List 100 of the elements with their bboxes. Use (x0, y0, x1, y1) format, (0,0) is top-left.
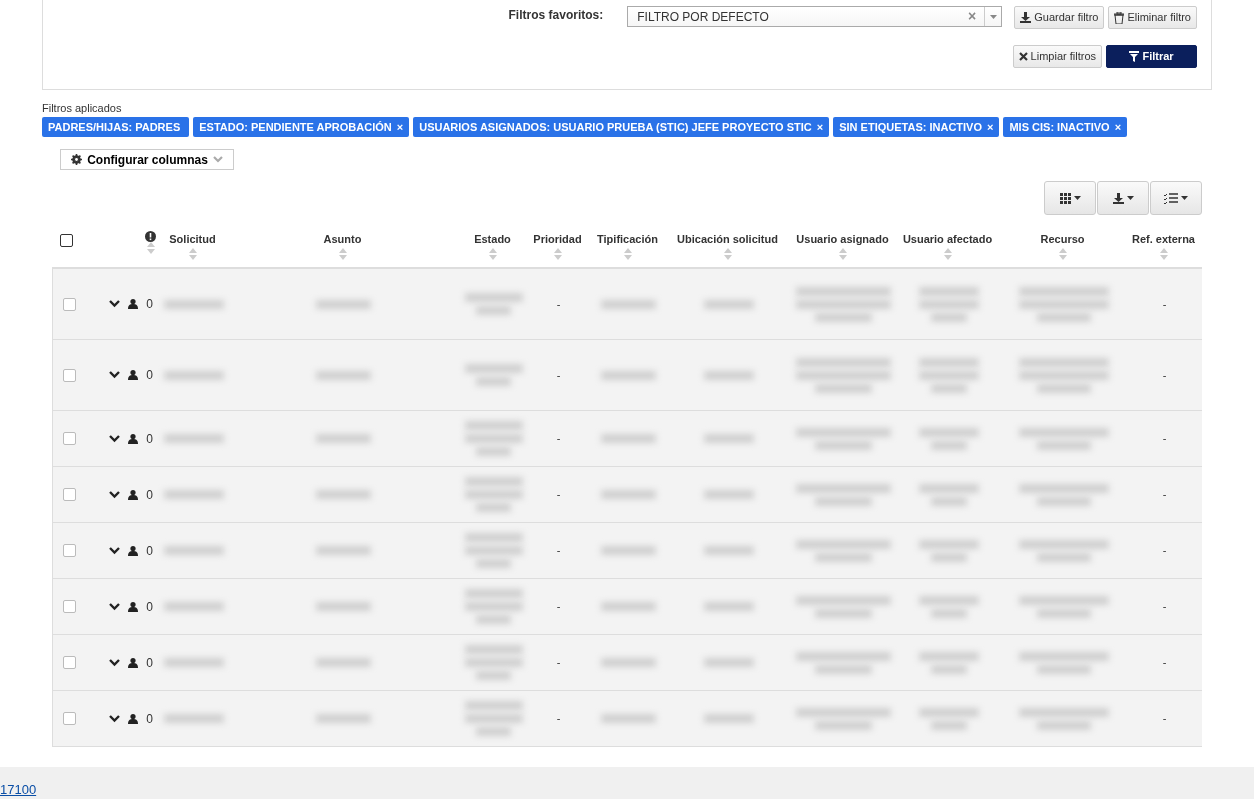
configure-columns-button[interactable]: Configurar columnas (60, 149, 234, 170)
redacted-text (601, 299, 656, 309)
sort-icon (623, 247, 632, 260)
redacted-text (316, 299, 371, 309)
count-text: 0 (146, 598, 153, 616)
row-checkbox[interactable] (63, 544, 76, 557)
table-row[interactable]: 0 - - (52, 467, 1202, 523)
redacted-text (601, 490, 656, 499)
person-icon (128, 545, 139, 556)
redacted-text (464, 434, 523, 443)
delete-filter-button[interactable]: Eliminar filtro (1108, 6, 1197, 29)
save-filter-button[interactable]: Guardar filtro (1014, 6, 1105, 29)
table-row[interactable]: 0 - - (52, 635, 1202, 691)
redacted-text (918, 299, 979, 309)
redacted-text (601, 658, 656, 667)
remove-icon[interactable]: × (987, 118, 994, 135)
table-row[interactable]: 0 - - (52, 411, 1202, 467)
redacted-text (918, 595, 979, 605)
redacted-text (601, 714, 656, 723)
redacted-text (815, 664, 872, 674)
redacted-text (476, 727, 511, 736)
row-checkbox[interactable] (63, 600, 76, 613)
column-header[interactable]: Usuario afectado (902, 231, 993, 248)
count-text: 0 (146, 296, 153, 313)
info-icon (145, 231, 156, 242)
remove-icon[interactable]: × (396, 118, 404, 135)
column-header[interactable]: Prioridad (533, 231, 582, 248)
row-checkbox[interactable] (63, 656, 76, 669)
redacted-text (918, 357, 979, 367)
redacted-text (316, 602, 371, 611)
footer-link[interactable]: 17100 (0, 782, 37, 798)
person-icon (128, 601, 139, 612)
column-header[interactable]: Ubicación solicitud (677, 231, 778, 248)
redacted-text (815, 496, 872, 506)
row-checkbox[interactable] (63, 488, 76, 501)
select-all-checkbox[interactable] (60, 234, 73, 247)
column-header[interactable]: Ref. externa (1132, 231, 1195, 248)
priority-text: - (556, 367, 561, 383)
download-icon (1020, 12, 1032, 23)
sort-icon (488, 247, 497, 260)
person-icon (128, 713, 139, 724)
filter-button[interactable]: Filtrar (1106, 45, 1197, 68)
redacted-text (930, 664, 967, 674)
redacted-text (476, 503, 511, 512)
row-checkbox[interactable] (63, 368, 76, 382)
column-header[interactable]: Recurso (1040, 231, 1085, 248)
filter-icon (1129, 51, 1140, 62)
columns-menu-button[interactable] (1044, 181, 1096, 215)
remove-icon[interactable]: × (1114, 118, 1122, 135)
column-header[interactable]: Estado (474, 231, 511, 248)
redacted-text (476, 377, 511, 386)
row-checkbox[interactable] (63, 712, 76, 725)
favorite-filter-select[interactable]: FILTRO POR DEFECTO × (627, 6, 1003, 27)
table-row[interactable]: 0 - - (52, 579, 1202, 635)
filter-tag[interactable]: USUARIOS ASIGNADOS: USUARIO PRUEBA (STIC) JEFE PROYECTO STIC × (413, 116, 830, 137)
redacted-text (163, 434, 224, 443)
column-header[interactable]: Solicitud (169, 231, 216, 248)
redacted-text (918, 286, 979, 296)
row-checkbox[interactable] (63, 432, 76, 445)
table-row[interactable]: 0 - - (52, 340, 1202, 411)
column-header[interactable]: Tipificación (597, 231, 658, 248)
redacted-text (918, 539, 979, 549)
redacted-text (476, 615, 511, 624)
redacted-text (464, 421, 523, 430)
clear-filters-button[interactable]: Limpiar filtros (1012, 45, 1102, 68)
redacted-text (703, 370, 754, 380)
table-row[interactable]: 0 - - (52, 691, 1202, 747)
filter-tag[interactable]: ESTADO: PENDIENTE APROBACIÓN × (193, 116, 410, 137)
reference-text: - (1162, 431, 1167, 447)
redacted-text (464, 602, 523, 611)
bulk-actions-button[interactable] (1150, 181, 1202, 215)
checklist-icon (1164, 192, 1178, 204)
redacted-text (703, 714, 754, 723)
chevron-down-icon (212, 156, 223, 163)
priority-text: - (556, 296, 561, 312)
filter-tag[interactable]: PADRES/HIJAS: PADRES (42, 116, 190, 137)
redacted-text (930, 496, 967, 506)
redacted-text (464, 533, 523, 542)
filter-tag[interactable]: SIN ETIQUETAS: INACTIVO × (833, 116, 1000, 137)
person-icon (128, 299, 139, 309)
column-header[interactable]: Asunto (323, 231, 362, 248)
table-row[interactable]: 0 - - (52, 523, 1202, 579)
row-checkbox[interactable] (63, 297, 76, 311)
redacted-text (703, 490, 754, 499)
sort-icon (188, 247, 197, 260)
redacted-text (918, 707, 979, 717)
table-row[interactable]: 0 - - (52, 269, 1202, 340)
redacted-text (703, 546, 754, 555)
redacted-text (815, 383, 872, 393)
export-button[interactable] (1097, 181, 1149, 215)
redacted-text (464, 714, 523, 723)
filter-tag[interactable]: MIS CIS: INACTIVO × (1003, 116, 1128, 137)
redacted-text (930, 440, 967, 450)
redacted-text (601, 434, 656, 443)
redacted-text (703, 434, 754, 443)
redacted-text (1036, 496, 1091, 506)
remove-icon[interactable]: × (816, 118, 824, 135)
column-header[interactable]: Usuario asignado (796, 231, 889, 248)
redacted-text (316, 546, 371, 555)
count-text: 0 (146, 710, 153, 728)
